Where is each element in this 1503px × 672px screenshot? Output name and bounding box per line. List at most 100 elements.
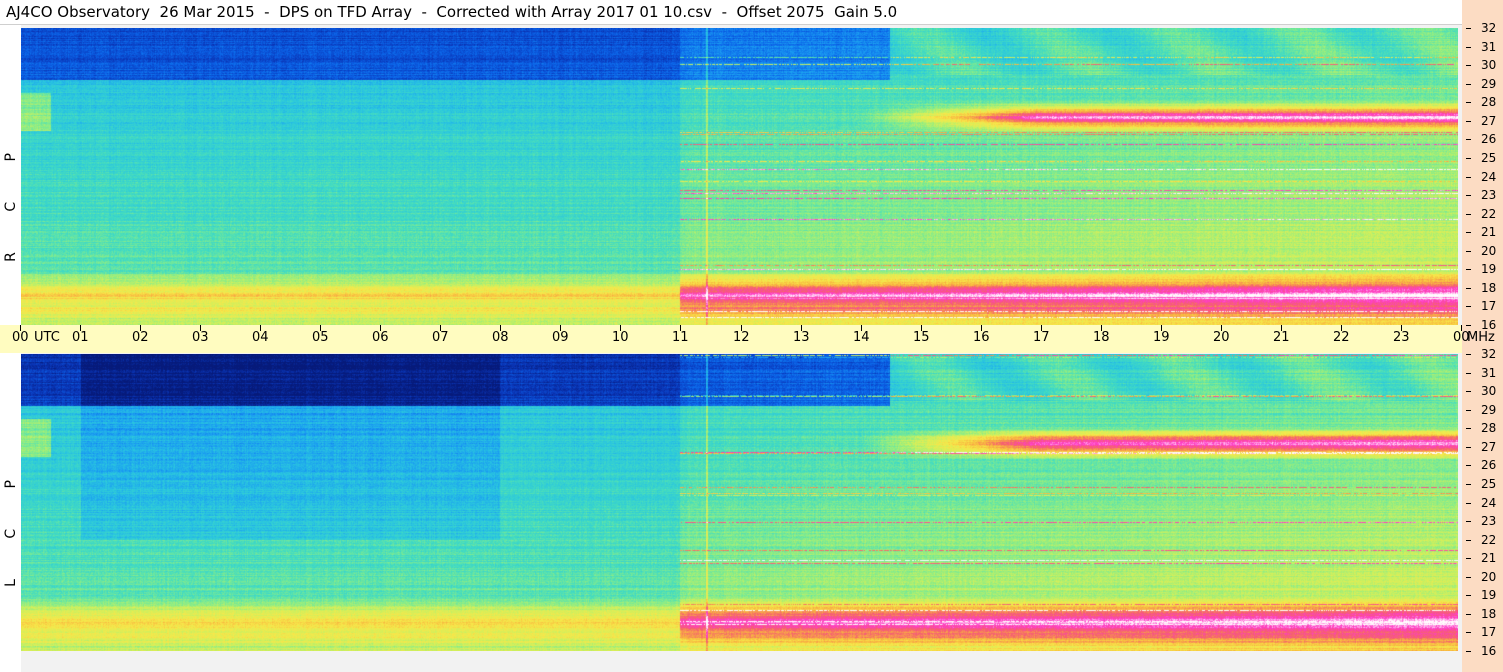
utc-time-axis: 00 UTC 01 02 03 04 05 06 07 08 09 10 11 12 13 14 15 16 17 1… [0, 325, 1495, 353]
freq-tick-mark [1466, 410, 1471, 411]
freq-tick-mark [1466, 373, 1471, 374]
time-tick-label: 06 [372, 330, 389, 345]
time-tick-label: 07 [432, 330, 449, 345]
time-tick-label: 00 [12, 330, 29, 345]
time-tick-label: 04 [252, 330, 269, 345]
time-tick-label: 21 [1273, 330, 1290, 345]
freq-tick-mark [1466, 232, 1471, 233]
freq-tick-mark [1466, 614, 1471, 615]
time-tick-label: 05 [312, 330, 329, 345]
freq-tick-label: 21 [1481, 225, 1497, 239]
time-tick-label: 14 [853, 330, 870, 345]
freq-tick-mark [1466, 269, 1471, 270]
freq-tick-mark [1466, 139, 1471, 140]
time-tick-label: 02 [132, 330, 149, 345]
freq-tick-mark [1466, 121, 1471, 122]
time-tick-label: 08 [492, 330, 509, 345]
freq-tick-mark [1466, 214, 1471, 215]
time-tick-label: 22 [1333, 330, 1350, 345]
freq-tick-label: 26 [1481, 132, 1497, 146]
freq-tick-label: 32 [1481, 21, 1497, 35]
freq-tick-mark [1466, 577, 1471, 578]
time-tick-label: 23 [1393, 330, 1410, 345]
freq-tick-mark [1466, 447, 1471, 448]
freq-tick-mark [1466, 177, 1471, 178]
time-tick-label: 20 [1213, 330, 1230, 345]
time-tick-label: 12 [733, 330, 750, 345]
freq-tick-label: 22 [1481, 533, 1497, 547]
freq-tick-label: 31 [1481, 40, 1497, 54]
freq-tick-label: 30 [1481, 58, 1497, 72]
freq-tick-label: 24 [1481, 170, 1497, 184]
freq-tick-mark [1466, 288, 1471, 289]
freq-tick-mark [1466, 595, 1471, 596]
freq-tick-label: 18 [1481, 281, 1497, 295]
rcp-label: R C P [3, 135, 19, 262]
freq-tick-mark [1466, 428, 1471, 429]
time-tick-label: 18 [1093, 330, 1110, 345]
freq-tick-mark [1466, 251, 1471, 252]
freq-tick-label: 16 [1481, 318, 1497, 332]
freq-tick-label: 22 [1481, 207, 1497, 221]
time-mhz-label: MHz [1467, 330, 1495, 345]
freq-tick-label: 26 [1481, 458, 1497, 472]
freq-tick-mark [1466, 484, 1471, 485]
freq-tick-mark [1466, 84, 1471, 85]
freq-tick-label: 30 [1481, 384, 1497, 398]
freq-tick-mark [1466, 354, 1471, 355]
freq-tick-label: 29 [1481, 77, 1497, 91]
time-tick-label: 19 [1153, 330, 1170, 345]
freq-tick-label: 21 [1481, 551, 1497, 565]
freq-tick-mark [1466, 651, 1471, 652]
freq-tick-label: 32 [1481, 347, 1497, 361]
freq-tick-mark [1466, 325, 1471, 326]
freq-tick-mark [1466, 65, 1471, 66]
freq-tick-mark [1466, 521, 1471, 522]
freq-tick-label: 17 [1481, 625, 1497, 639]
time-tick-label: 16 [973, 330, 990, 345]
time-tick-label: 03 [192, 330, 209, 345]
freq-tick-label: 23 [1481, 514, 1497, 528]
freq-tick-label: 25 [1481, 477, 1497, 491]
freq-tick-label: 20 [1481, 570, 1497, 584]
freq-tick-label: 29 [1481, 403, 1497, 417]
freq-tick-mark [1466, 558, 1471, 559]
freq-tick-label: 19 [1481, 262, 1497, 276]
freq-tick-label: 18 [1481, 607, 1497, 621]
time-tick-label: 11 [672, 330, 689, 345]
freq-tick-label: 17 [1481, 299, 1497, 313]
time-utc-label: UTC [34, 330, 60, 345]
time-tick-label: 13 [793, 330, 810, 345]
time-tick-label: 01 [72, 330, 89, 345]
freq-tick-label: 27 [1481, 440, 1497, 454]
freq-tick-mark [1466, 102, 1471, 103]
freq-tick-mark [1466, 632, 1471, 633]
freq-tick-mark [1466, 28, 1471, 29]
freq-tick-mark [1466, 158, 1471, 159]
freq-tick-label: 23 [1481, 188, 1497, 202]
lcp-spectrogram [21, 354, 1458, 651]
freq-tick-mark [1466, 195, 1471, 196]
window-title: AJ4CO Observatory 26 Mar 2015 - DPS on T… [0, 0, 1462, 25]
time-tick-label: 09 [552, 330, 569, 345]
freq-tick-label: 28 [1481, 95, 1497, 109]
freq-tick-label: 24 [1481, 496, 1497, 510]
freq-tick-mark [1466, 503, 1471, 504]
time-tick-label: 10 [612, 330, 629, 345]
rcp-spectrogram [21, 28, 1458, 325]
freq-tick-mark [1466, 306, 1471, 307]
lcp-label: L C P [3, 462, 19, 587]
freq-tick-mark [1466, 47, 1471, 48]
time-tick-label: 15 [913, 330, 930, 345]
freq-tick-label: 31 [1481, 366, 1497, 380]
freq-tick-label: 27 [1481, 114, 1497, 128]
freq-tick-label: 28 [1481, 421, 1497, 435]
freq-tick-mark [1466, 465, 1471, 466]
freq-tick-label: 19 [1481, 588, 1497, 602]
freq-tick-mark [1466, 540, 1471, 541]
freq-tick-label: 20 [1481, 244, 1497, 258]
freq-tick-label: 25 [1481, 151, 1497, 165]
time-tick-label: 17 [1033, 330, 1050, 345]
freq-tick-label: 16 [1481, 644, 1497, 658]
freq-tick-mark [1466, 391, 1471, 392]
